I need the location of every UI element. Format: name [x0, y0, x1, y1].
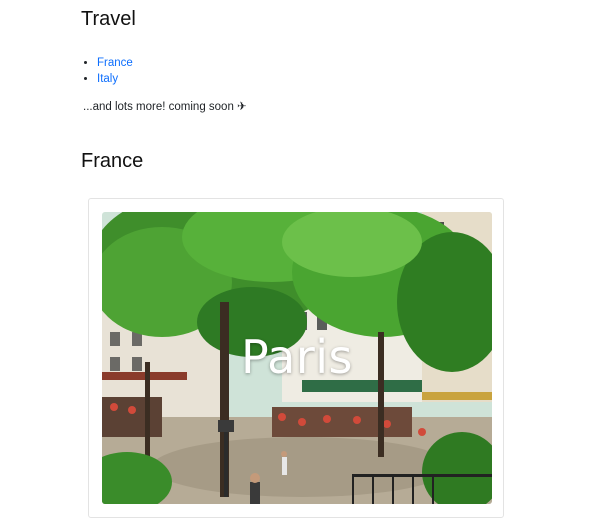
link-italy[interactable]: Italy [97, 73, 118, 85]
coming-soon-text: ...and lots more! coming soon ✈ [83, 101, 247, 113]
link-france[interactable]: France [97, 57, 133, 69]
travel-heading: Travel [81, 8, 136, 30]
paris-photo[interactable]: Paris [102, 212, 492, 504]
destination-list: France Italy [81, 55, 133, 87]
paris-card[interactable]: Paris [88, 198, 504, 518]
page: Travel France Italy ...and lots more! co… [0, 0, 600, 522]
list-item: Italy [97, 71, 133, 87]
france-heading: France [81, 150, 144, 172]
list-item: France [97, 55, 133, 71]
photo-caption: Paris [240, 330, 354, 384]
